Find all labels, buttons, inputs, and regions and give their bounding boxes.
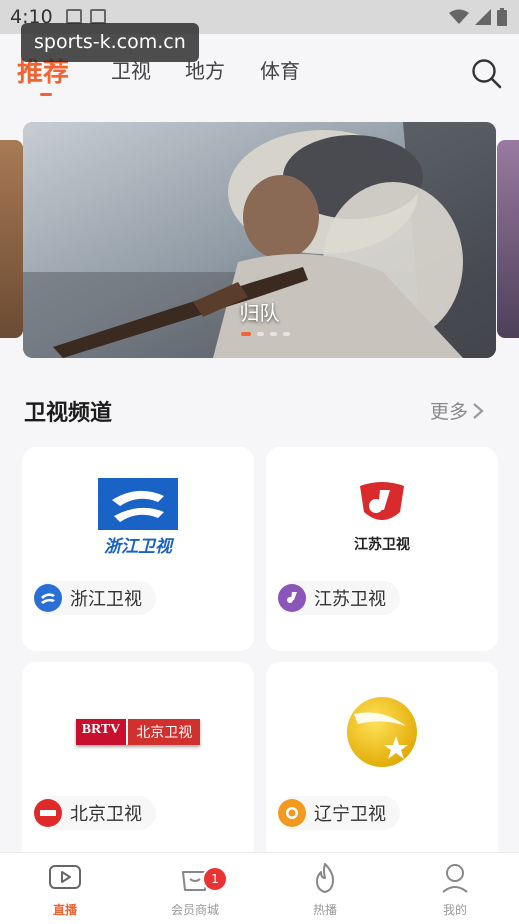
carousel-dots (241, 332, 290, 336)
bottom-nav-hot[interactable]: 热播 (280, 861, 370, 918)
more-label: 更多 (430, 401, 469, 423)
beijing-channel-icon (34, 799, 62, 827)
chevron-right-icon (473, 402, 484, 419)
notification-icons (66, 9, 106, 24)
bottom-nav-profile[interactable]: 我的 (410, 861, 500, 918)
bottom-nav-shop[interactable]: 1 会员商城 (150, 861, 240, 918)
carousel-dot[interactable] (257, 332, 264, 336)
channel-card-beijing[interactable]: BRTV 北京卫视 北京卫视 (22, 662, 254, 866)
channel-name: 辽宁卫视 (314, 804, 386, 825)
channel-name: 北京卫视 (70, 804, 142, 825)
jiangsu-channel-icon (278, 584, 306, 612)
profile-icon (442, 864, 468, 893)
jiangsu-logo: 江苏卫视 (266, 467, 498, 567)
text-notification-icon (90, 9, 106, 24)
zhejiang-logo: 浙江卫视 (22, 467, 254, 567)
carousel-dot[interactable] (270, 332, 277, 336)
liaoning-channel-icon (278, 799, 306, 827)
active-tab-indicator (40, 93, 52, 96)
system-icons (449, 8, 507, 26)
bottom-nav-label: 会员商城 (170, 903, 219, 917)
zhejiang-logo-mark-icon (98, 477, 178, 530)
image-notification-icon (66, 9, 82, 24)
zhejiang-channel-icon (34, 584, 62, 612)
banner-caption: 归队 (239, 301, 280, 325)
channel-label: 江苏卫视 (278, 581, 400, 615)
liaoning-logo (266, 682, 498, 782)
channel-label: 辽宁卫视 (278, 796, 400, 830)
wifi-icon (449, 9, 469, 24)
bottom-nav-live[interactable]: 直播 (20, 861, 110, 918)
flame-icon (316, 863, 334, 893)
channel-label: 北京卫视 (34, 796, 156, 830)
search-icon[interactable] (469, 56, 503, 90)
signal-icon (475, 9, 491, 25)
liaoning-logo-mark-icon (347, 697, 417, 767)
tab-sports[interactable]: 体育 (260, 55, 300, 84)
bottom-nav-label: 直播 (52, 903, 77, 917)
carousel-dot[interactable] (241, 332, 251, 336)
channel-card-jiangsu[interactable]: 江苏卫视 江苏卫视 (266, 447, 498, 651)
banner-carousel[interactable]: 归队 (0, 120, 519, 362)
zhejiang-logo-text: 浙江卫视 (104, 536, 172, 557)
prev-slide-peek[interactable] (0, 140, 23, 338)
beijing-logo-text: 北京卫视 (126, 719, 201, 745)
tv-play-icon (49, 865, 81, 889)
jiangsu-logo-mark-icon (360, 482, 404, 520)
channel-name: 江苏卫视 (314, 589, 386, 610)
more-link[interactable]: 更多 (430, 397, 484, 424)
channel-card-zhejiang[interactable]: 浙江卫视 浙江卫视 (22, 447, 254, 651)
bottom-nav: 直播 1 会员商城 热播 我的 (0, 852, 519, 924)
next-slide-peek[interactable] (497, 140, 519, 338)
jiangsu-logo-text: 江苏卫视 (354, 537, 410, 553)
bottom-nav-label: 我的 (442, 903, 467, 917)
channel-card-liaoning[interactable]: 辽宁卫视 (266, 662, 498, 866)
channel-name: 浙江卫视 (70, 589, 142, 610)
beijing-logo-brtv: BRTV (75, 719, 127, 745)
site-watermark: sports-k.com.cn (21, 23, 199, 62)
banner-slide[interactable]: 归队 (23, 122, 496, 358)
beijing-logo: BRTV 北京卫视 (22, 682, 254, 782)
bottom-nav-label: 热播 (312, 903, 337, 917)
carousel-dot[interactable] (283, 332, 290, 336)
section-title: 卫视频道 (24, 401, 113, 426)
channel-label: 浙江卫视 (34, 581, 156, 615)
notification-badge: 1 (202, 866, 228, 892)
battery-icon (497, 8, 507, 26)
